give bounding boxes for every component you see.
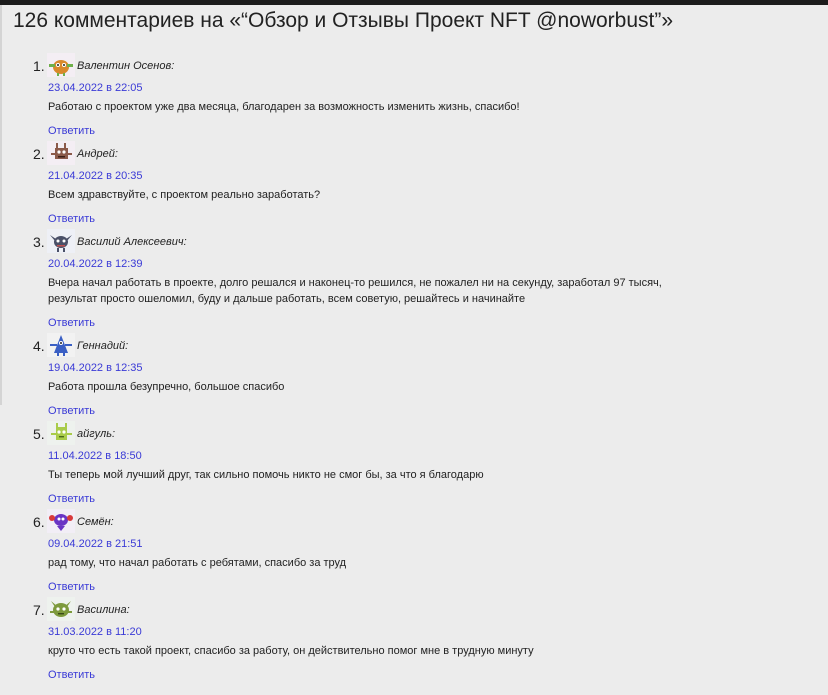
comment-number: 3. bbox=[33, 234, 45, 250]
reply-button[interactable]: Ответить bbox=[48, 317, 95, 329]
comment-number: 5. bbox=[33, 426, 45, 442]
reply-button[interactable]: Ответить bbox=[48, 493, 95, 505]
comment-author: Геннадий bbox=[77, 340, 126, 352]
comment-author: Василина bbox=[77, 604, 127, 616]
horned-monster-avatar-icon bbox=[47, 229, 75, 253]
comment-date-link[interactable]: 09.04.2022 в 21:51 bbox=[48, 538, 143, 550]
comment-item: 6. Семён: 09.04.2022 в 21:51 рад тому, ч… bbox=[0, 509, 828, 597]
comment-text: Ты теперь мой лучший друг, так сильно по… bbox=[48, 469, 484, 481]
reply-button[interactable]: Ответить bbox=[48, 581, 95, 593]
comment-date-link[interactable]: 11.04.2022 в 18:50 bbox=[48, 450, 142, 462]
comment-number: 6. bbox=[33, 514, 45, 530]
comment-item: 2. Андрей: 21.04.2022 в 20:35 Всем здрав… bbox=[0, 141, 828, 229]
blue-monster-avatar-icon bbox=[47, 333, 75, 357]
comment-number: 4. bbox=[33, 338, 45, 354]
comments-title: 126 комментариев на «“Обзор и Отзывы Про… bbox=[13, 9, 674, 32]
next-comment-avatar-icon bbox=[47, 689, 71, 695]
reply-button[interactable]: Ответить bbox=[48, 405, 95, 417]
comment-date-link[interactable]: 20.04.2022 в 12:39 bbox=[48, 258, 143, 270]
reply-button[interactable]: Ответить bbox=[48, 125, 95, 137]
comment-item: 4. Геннадий: 19.04.2022 в 12:35 Работа п… bbox=[0, 333, 828, 421]
comment-number: 2. bbox=[33, 146, 45, 162]
comment-number: 7. bbox=[33, 602, 45, 618]
comment-number: 1. bbox=[33, 58, 45, 74]
comment-text: Вчера начал работать в проекте, долго ре… bbox=[48, 277, 662, 305]
green-monster-avatar-icon bbox=[47, 421, 75, 445]
comment-author: Валентин Осенов bbox=[77, 60, 172, 72]
comment-text: рад тому, что начал работать с ребятами,… bbox=[48, 557, 347, 569]
olive-monster-avatar-icon bbox=[47, 597, 75, 621]
comment-text: Работа прошла безупречно, большое спасиб… bbox=[48, 381, 285, 393]
comment-item: 1. Валентин Осенов: 23.04.2022 в 22:05 Р… bbox=[0, 53, 828, 141]
comment-date-link[interactable]: 21.04.2022 в 20:35 bbox=[48, 170, 143, 182]
purple-monster-avatar-icon bbox=[47, 509, 75, 533]
comment-author: айгуль bbox=[77, 428, 113, 440]
comment-author: Андрей bbox=[77, 148, 115, 160]
reply-button[interactable]: Ответить bbox=[48, 213, 95, 225]
comment-date-link[interactable]: 31.03.2022 в 11:20 bbox=[48, 626, 142, 638]
comment-item: 3. Василий Алексеевич: 20.04.2022 в 12:3… bbox=[0, 229, 828, 329]
comment-text: Всем здравствуйте, с проектом реально за… bbox=[48, 189, 321, 201]
reply-button[interactable]: Ответить bbox=[48, 669, 95, 681]
comment-text: круто что есть такой проект, спасибо за … bbox=[48, 645, 534, 657]
comment-author: Семён bbox=[77, 516, 111, 528]
comment-text: Работаю с проектом уже два месяца, благо… bbox=[48, 101, 520, 113]
orange-monster-avatar-icon bbox=[47, 53, 75, 77]
brown-monster-avatar-icon bbox=[47, 141, 75, 165]
comment-author: Василий Алексеевич bbox=[77, 236, 184, 248]
comment-date-link[interactable]: 23.04.2022 в 22:05 bbox=[48, 82, 143, 94]
comment-item: 5. айгуль: 11.04.2022 в 18:50 Ты теперь … bbox=[0, 421, 828, 509]
comment-date-link[interactable]: 19.04.2022 в 12:35 bbox=[48, 362, 143, 374]
comment-item: 7. Василина: 31.03.2022 в 11:20 круто чт… bbox=[0, 597, 828, 685]
